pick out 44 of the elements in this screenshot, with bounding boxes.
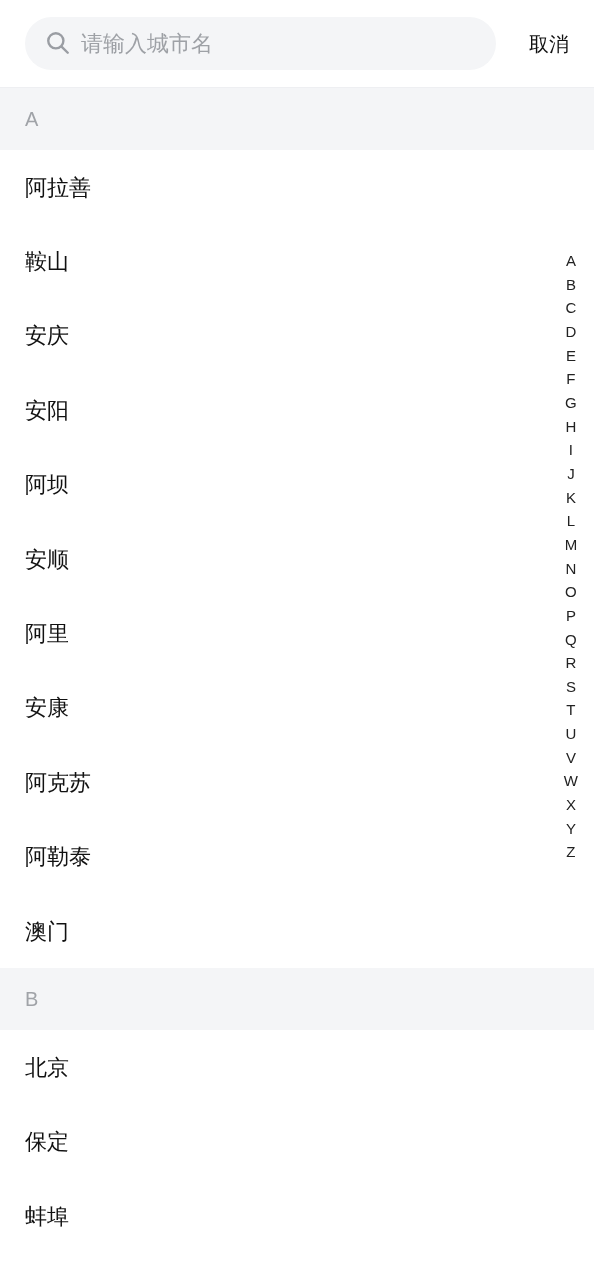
index-letter[interactable]: M [564, 532, 578, 557]
index-letter[interactable]: R [565, 651, 577, 675]
section-header: A [25, 107, 39, 132]
city-item[interactable]: 安庆 [25, 319, 69, 353]
index-letter[interactable]: V [565, 745, 576, 770]
city-item[interactable]: 澳门 [25, 914, 69, 948]
city-item[interactable]: 阿里 [25, 617, 69, 651]
city-item[interactable]: 安阳 [25, 393, 69, 427]
city-item[interactable]: 安康 [25, 691, 69, 725]
city-item[interactable]: 北京 [25, 1051, 69, 1084]
index-letter[interactable]: C [565, 296, 577, 320]
city-item[interactable]: 阿拉善 [25, 170, 91, 204]
city-item[interactable]: 阿坝 [25, 468, 69, 502]
index-letter[interactable]: A [565, 249, 576, 273]
index-letter[interactable]: Q [565, 627, 577, 652]
city-item[interactable]: 鞍山 [25, 245, 69, 279]
index-letter[interactable]: U [565, 722, 577, 746]
index-letter[interactable]: E [565, 343, 576, 368]
section-header: B [25, 987, 39, 1013]
index-letter[interactable]: I [568, 438, 573, 462]
index-letter[interactable]: N [565, 556, 577, 581]
cancel-button[interactable]: 取消 [529, 28, 569, 59]
index-letter[interactable]: Z [566, 840, 576, 865]
index-letter[interactable]: H [565, 414, 577, 439]
index-letter[interactable]: D [565, 319, 577, 344]
index-letter[interactable]: F [566, 367, 576, 391]
city-item[interactable]: 阿克苏 [25, 765, 91, 799]
index-letter[interactable]: W [563, 769, 578, 794]
city-item[interactable]: 阿勒泰 [25, 840, 91, 874]
index-letter[interactable]: T [566, 698, 576, 723]
index-letter[interactable]: K [565, 485, 576, 510]
index-letter[interactable]: Y [565, 816, 576, 841]
index-letter[interactable]: P [565, 603, 576, 628]
city-item[interactable]: 保定 [25, 1125, 69, 1159]
index-letter[interactable]: B [565, 272, 576, 297]
index-letter[interactable]: G [565, 390, 577, 415]
index-letter[interactable]: O [565, 580, 577, 604]
index-letter[interactable]: S [565, 674, 576, 699]
city-item[interactable]: 安顺 [25, 542, 69, 576]
city-item[interactable]: 蚌埠 [25, 1199, 69, 1233]
index-letter[interactable]: L [566, 509, 576, 533]
search-field[interactable]: 请输入城市名 [25, 17, 496, 70]
index-letter[interactable]: J [567, 461, 575, 486]
index-letter[interactable]: X [565, 793, 576, 817]
